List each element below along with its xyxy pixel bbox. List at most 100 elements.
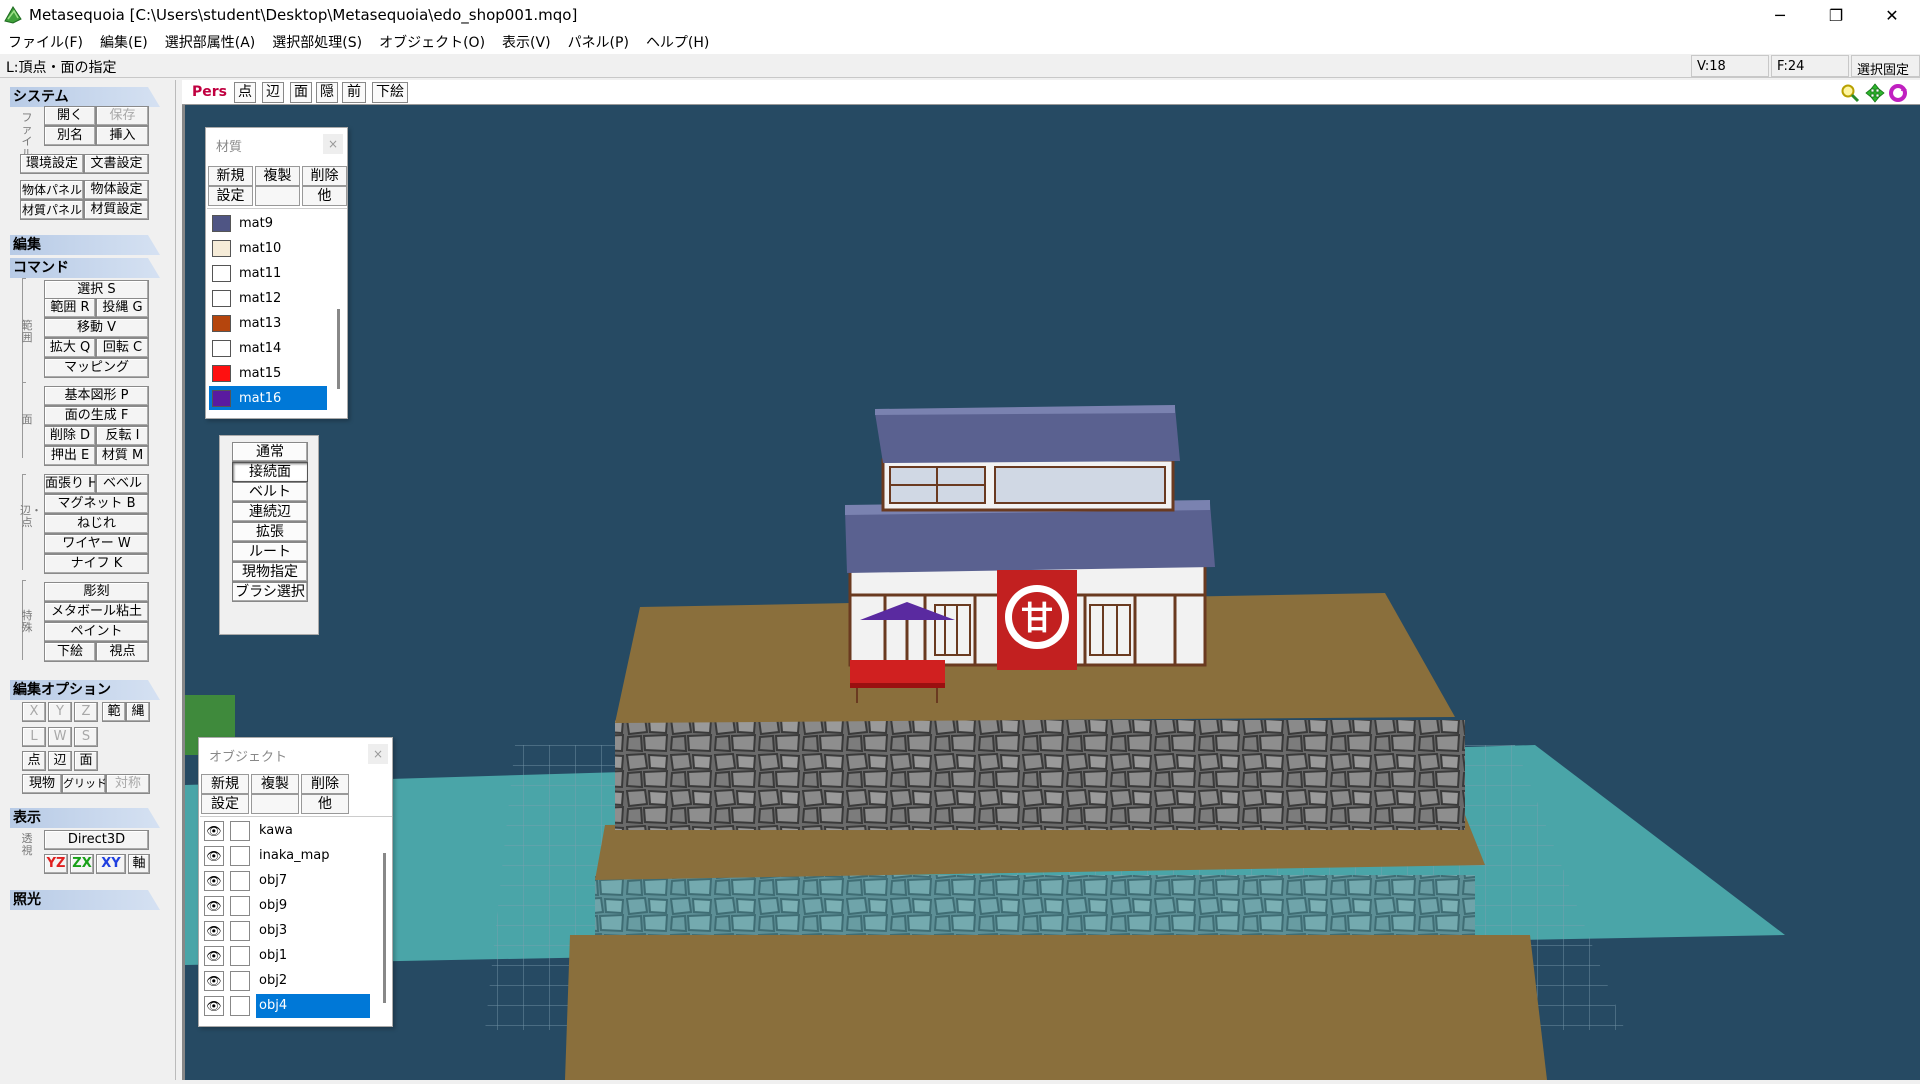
delete-button[interactable]: 削除 D [44,426,96,446]
visibility-eye-icon[interactable]: 👁 [204,996,224,1016]
material-blank-button[interactable] [255,186,300,206]
save-as-button[interactable]: 別名 [44,126,96,146]
object-item[interactable]: 👁 inaka_map [202,844,372,869]
material-item[interactable]: mat15 [209,361,327,385]
close-button[interactable]: ✕ [1864,0,1920,30]
material-item[interactable]: mat11 [209,261,327,285]
bevel-button[interactable]: ベベル [96,474,149,494]
object-new-button[interactable]: 新規 [201,774,249,794]
material-item[interactable]: mat12 [209,286,327,310]
lock-toggle[interactable] [230,821,250,841]
object-item[interactable]: 👁 obj3 [202,919,372,944]
view-zx-button[interactable]: ZX [70,854,94,874]
menu-selection-attributes[interactable]: 選択部属性(A) [157,32,265,52]
lock-toggle[interactable] [230,971,250,991]
knife-button[interactable]: ナイフ K [44,554,149,574]
zoom-icon[interactable] [1840,83,1860,103]
flip-button[interactable]: 反転 I [96,426,149,446]
material-new-button[interactable]: 新規 [208,166,253,186]
object-panel-button[interactable]: 物体パネル [20,180,84,200]
object-item[interactable]: 👁 obj7 [202,869,372,894]
front-only-toggle[interactable]: 前 [342,82,366,103]
menu-selection-process[interactable]: 選択部処理(S) [264,32,371,52]
scale-button[interactable]: 拡大 Q [44,338,96,358]
magnet-button[interactable]: マグネット B [44,494,149,514]
material-settings-button[interactable]: 材質設定 [84,200,149,220]
current-object-toggle[interactable]: 現物 [22,774,62,794]
lock-toggle[interactable] [230,921,250,941]
insert-button[interactable]: 挿入 [96,126,149,146]
mode-brush-select[interactable]: ブラシ選択 [232,582,308,602]
object-item[interactable]: 👁 obj2 [202,969,372,994]
mode-route[interactable]: ルート [232,542,308,562]
lock-toggle[interactable] [230,996,250,1016]
3d-scene[interactable]: 甘 通常 接続面 ベルト 連続辺 拡張 ルート 現物指定 ブラシ選択 材質 × … [182,105,1920,1080]
material-settings-button[interactable]: 設定 [208,186,253,206]
mode-normal[interactable]: 通常 [232,442,308,462]
show-edges-toggle[interactable]: 辺 [262,82,284,103]
menu-object[interactable]: オブジェクト(O) [371,32,494,52]
view-xy-button[interactable]: XY [96,854,126,874]
viewpoint-button[interactable]: 視点 [96,642,149,662]
wire-button[interactable]: ワイヤー W [44,534,149,554]
pan-icon[interactable] [1865,83,1885,103]
material-item-selected[interactable]: mat16 [209,386,327,410]
visibility-eye-icon[interactable]: 👁 [204,971,224,991]
visibility-eye-icon[interactable]: 👁 [204,921,224,941]
mode-connected-face[interactable]: 接続面 [232,462,308,482]
object-item[interactable]: 👁 obj1 [202,944,372,969]
section-display[interactable]: 表示 [10,808,160,828]
open-button[interactable]: 開く [44,106,96,126]
grid-toggle[interactable]: グリッド [62,774,106,794]
rotate-button[interactable]: 回転 C [96,338,149,358]
lasso-button[interactable]: 投縄 G [96,298,149,318]
hidden-toggle[interactable]: 隠 [316,82,338,103]
object-item-selected[interactable]: 👁 obj4 [202,994,372,1019]
lasso-option-toggle[interactable]: 縄 [126,702,150,722]
section-lighting[interactable]: 照光 [10,890,160,910]
material-other-button[interactable]: 他 [302,186,347,206]
visibility-eye-icon[interactable]: 👁 [204,871,224,891]
object-settings-button[interactable]: 物体設定 [84,180,149,200]
material-panel-button[interactable]: 材質パネル [20,200,84,220]
section-edit-options[interactable]: 編集オプション [10,680,160,700]
menu-file[interactable]: ファイル(F) [0,32,92,52]
range-option-toggle[interactable]: 範 [102,702,126,722]
point-option-toggle[interactable]: 点 [22,751,46,771]
underlay-button[interactable]: 下絵 [44,642,96,662]
visibility-eye-icon[interactable]: 👁 [204,896,224,916]
mapping-button[interactable]: マッピング [44,358,149,378]
axis-x-toggle[interactable]: X [22,702,46,722]
paint-button[interactable]: ペイント [44,622,149,642]
doc-settings-button[interactable]: 文書設定 [84,154,149,174]
section-system[interactable]: システム [10,87,160,107]
material-scrollbar[interactable] [337,309,340,389]
mode-expand[interactable]: 拡張 [232,522,308,542]
perspective-toggle[interactable]: Pers [192,84,227,100]
env-settings-button[interactable]: 環境設定 [20,154,84,174]
sculpt-button[interactable]: 彫刻 [44,582,149,602]
visibility-eye-icon[interactable]: 👁 [204,821,224,841]
extrude-button[interactable]: 押出 E [44,446,96,466]
select-button[interactable]: 選択 S [44,280,149,300]
object-item[interactable]: 👁 kawa [202,819,372,844]
world-w-toggle[interactable]: W [48,727,72,747]
metaball-button[interactable]: メタボール粘土 [44,602,149,622]
edge-option-toggle[interactable]: 辺 [48,751,72,771]
local-l-toggle[interactable]: L [22,727,46,747]
menu-panel[interactable]: パネル(P) [560,32,638,52]
lock-toggle[interactable] [230,946,250,966]
menu-edit[interactable]: 編集(E) [92,32,157,52]
restore-button[interactable]: ❐ [1808,0,1864,30]
underlay-toggle[interactable]: 下絵 [372,82,408,103]
object-blank-button[interactable] [251,794,299,814]
axis-display-button[interactable]: 軸 [128,854,150,874]
object-other-button[interactable]: 他 [301,794,349,814]
material-item[interactable]: mat9 [209,211,327,235]
save-button[interactable]: 保存 [96,106,149,126]
menu-help[interactable]: ヘルプ(H) [638,32,718,52]
show-faces-toggle[interactable]: 面 [290,82,312,103]
axis-z-toggle[interactable]: Z [74,702,98,722]
move-button[interactable]: 移動 V [44,318,149,338]
material-item[interactable]: mat14 [209,336,327,360]
